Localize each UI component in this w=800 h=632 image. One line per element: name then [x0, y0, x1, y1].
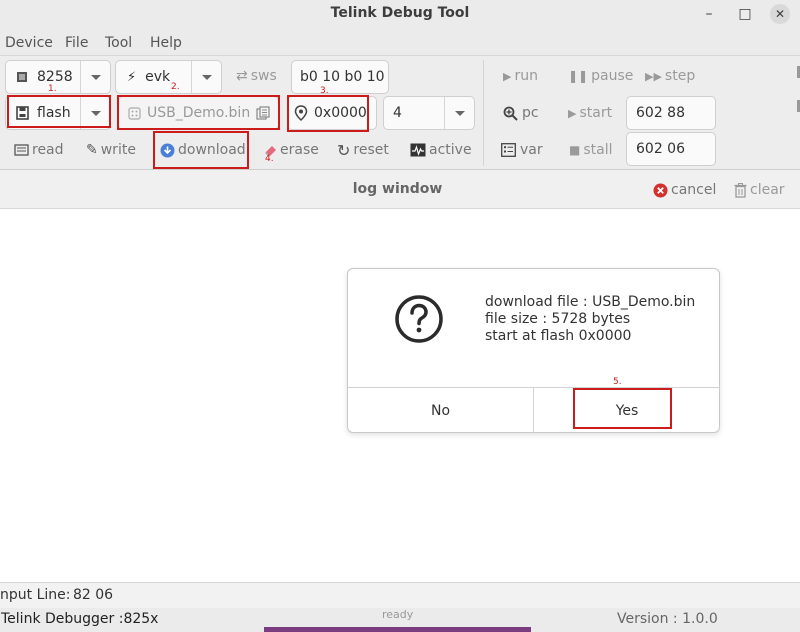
start-button[interactable]: ▶ start	[568, 101, 612, 125]
title-bar: Telink Debug Tool – □ ✕	[0, 0, 800, 28]
menu-file[interactable]: File	[65, 35, 88, 51]
refresh-icon: ↻	[337, 140, 351, 160]
dialog-line-size: file size : 5728 bytes	[485, 311, 631, 327]
annotation-number-5: 5.	[613, 377, 622, 387]
chevron-down-icon	[90, 74, 101, 80]
run-label: run	[514, 68, 538, 84]
menu-bar: Device File Tool Help	[0, 28, 800, 56]
progress-bar	[264, 627, 531, 632]
question-icon	[395, 295, 443, 343]
annotation-number-1: 1.	[48, 84, 57, 94]
zoom-icon	[503, 106, 518, 121]
run-button[interactable]: ▶ run	[503, 64, 538, 88]
annotation-box-1	[7, 95, 111, 128]
step-button[interactable]: ▶▶ step	[645, 64, 695, 88]
status-left: Telink Debugger :825x	[1, 611, 159, 627]
flash-bolt-icon: ⚡	[127, 69, 137, 85]
dialog-line-file: download file : USB_Demo.bin	[485, 294, 696, 310]
cancel-button[interactable]: cancel	[653, 178, 716, 202]
list-icon	[501, 143, 516, 157]
size-select[interactable]: 4	[383, 96, 475, 130]
menu-help[interactable]: Help	[150, 35, 182, 51]
read-book-icon	[14, 144, 29, 156]
sws-label: sws	[250, 68, 277, 84]
active-button[interactable]: active	[410, 138, 472, 162]
trash-icon	[734, 182, 747, 198]
minimize-button[interactable]: –	[699, 4, 719, 24]
erase-label: erase	[280, 142, 319, 158]
board-select[interactable]: ⚡ evk	[115, 60, 222, 94]
var-label: var	[520, 142, 543, 158]
chip-label: 8258	[37, 69, 73, 85]
chevron-down-icon	[454, 110, 465, 116]
read-label: read	[32, 142, 64, 158]
play-icon: ▶	[568, 106, 577, 120]
board-label: evk	[145, 69, 171, 85]
chip-dropdown-arrow[interactable]	[80, 61, 110, 93]
pause-icon: ❚❚	[568, 69, 589, 83]
status-version: Version : 1.0.0	[617, 611, 718, 627]
sws-button[interactable]: ⇄ sws	[236, 64, 277, 88]
dialog-message: download file : USB_Demo.bin file size :…	[485, 294, 695, 345]
input-line-bar: nput Line: 82 06	[0, 582, 800, 608]
step-label: step	[664, 68, 696, 84]
size-dropdown-arrow[interactable]	[444, 97, 474, 129]
sync-icon: ⇄	[236, 68, 248, 84]
clear-button[interactable]: clear	[734, 178, 785, 202]
var-button[interactable]: var	[501, 138, 543, 162]
input-line-value[interactable]: 82 06	[73, 587, 113, 603]
board-dropdown-arrow[interactable]	[191, 61, 221, 93]
maximize-button[interactable]: □	[735, 4, 755, 24]
pause-label: pause	[591, 68, 634, 84]
step-forward-icon: ▶▶	[645, 69, 662, 83]
annotation-box-3	[287, 95, 369, 132]
read-button[interactable]: read	[14, 138, 64, 162]
no-button[interactable]: No	[348, 388, 534, 433]
annotation-box-2	[117, 95, 280, 130]
active-label: active	[429, 142, 472, 158]
input-line-label: nput Line:	[0, 587, 71, 603]
close-button[interactable]: ✕	[770, 4, 790, 24]
pc-label: pc	[522, 105, 539, 121]
status-center: ready	[382, 608, 414, 621]
menu-device[interactable]: Device	[5, 35, 53, 51]
dialog-line-start: start at flash 0x0000	[485, 328, 632, 344]
write-button[interactable]: ✎ write	[86, 138, 136, 162]
waveform-icon	[410, 143, 426, 157]
start-value: 602 88	[636, 105, 685, 121]
chevron-down-icon	[201, 74, 212, 80]
chip-icon	[17, 72, 27, 82]
edit-icon: ✎	[86, 142, 98, 158]
stall-label: stall	[583, 142, 613, 158]
log-window-header: log window cancel clear	[0, 170, 800, 209]
clear-label: clear	[750, 182, 785, 198]
pc-button[interactable]: pc	[503, 101, 539, 125]
window-title: Telink Debug Tool	[330, 5, 470, 21]
sws-value-field[interactable]: b0 10 b0 10	[291, 60, 389, 94]
annotation-number-2: 2.	[171, 82, 180, 92]
start-value-field[interactable]: 602 88	[626, 96, 716, 130]
stop-icon: ■	[569, 143, 581, 157]
annotation-number-3: 3.	[320, 86, 329, 96]
toolbar-divider	[483, 60, 484, 166]
write-label: write	[100, 142, 136, 158]
stall-button[interactable]: ■ stall	[569, 138, 613, 162]
cancel-icon	[653, 183, 668, 197]
pause-button[interactable]: ❚❚ pause	[568, 64, 633, 88]
start-label: start	[579, 105, 613, 121]
menu-tool[interactable]: Tool	[105, 35, 132, 51]
stall-value-field[interactable]: 602 06	[626, 132, 716, 166]
chip-select[interactable]: 8258	[5, 60, 111, 94]
annotation-box-5	[573, 388, 672, 429]
play-icon: ▶	[503, 69, 512, 83]
size-value: 4	[393, 105, 402, 121]
annotation-number-4: 4.	[265, 154, 274, 164]
cancel-label: cancel	[671, 182, 717, 198]
annotation-box-4	[153, 131, 249, 169]
sws-value: b0 10 b0 10	[300, 69, 385, 85]
stall-value: 602 06	[636, 141, 685, 157]
reset-label: reset	[353, 142, 389, 158]
reset-button[interactable]: ↻ reset	[337, 138, 389, 162]
